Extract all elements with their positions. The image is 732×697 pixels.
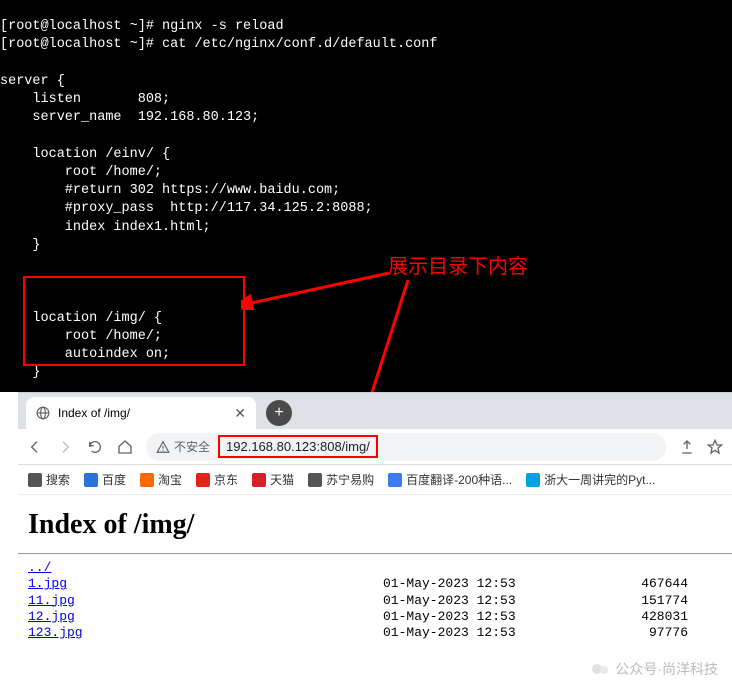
back-button[interactable] <box>26 438 44 456</box>
file-date: 01-May-2023 12:53 <box>383 625 608 641</box>
file-date: 01-May-2023 12:53 <box>383 593 608 609</box>
bookmark-item[interactable]: 百度 <box>84 471 126 488</box>
watermark-text: 公众号·尚洋科技 <box>615 659 718 679</box>
bookmark-item[interactable]: 淘宝 <box>140 471 182 488</box>
annotation-label: 展示目录下内容 <box>388 254 528 281</box>
parent-dir-link[interactable]: ../ <box>28 560 51 575</box>
bookmark-item[interactable]: 京东 <box>196 471 238 488</box>
tab-strip: Index of /img/ ✕ + <box>18 393 732 429</box>
bookmark-item[interactable]: 百度翻译-200种语... <box>388 471 512 488</box>
bookmark-favicon <box>196 473 210 487</box>
bookmark-label: 苏宁易购 <box>326 471 374 488</box>
file-size: 428031 <box>608 609 688 625</box>
list-item: 12.jpg 01-May-2023 12:53428031 <box>28 609 732 625</box>
forward-button[interactable] <box>56 438 74 456</box>
bookmark-label: 百度 <box>102 471 126 488</box>
bookmark-label: 搜索 <box>46 471 70 488</box>
file-date: 01-May-2023 12:53 <box>383 609 608 625</box>
divider <box>18 553 732 554</box>
new-tab-button[interactable]: + <box>266 400 292 426</box>
file-link[interactable]: 123.jpg <box>28 625 83 640</box>
share-button[interactable] <box>678 438 696 456</box>
bookmark-favicon <box>28 473 42 487</box>
file-date: 01-May-2023 12:53 <box>383 576 608 592</box>
browser-toolbar: 不安全 192.168.80.123:808/img/ <box>18 429 732 465</box>
bookmark-item[interactable]: 天猫 <box>252 471 294 488</box>
file-size: 467644 <box>608 576 688 592</box>
bookmark-favicon <box>84 473 98 487</box>
file-link[interactable]: 1.jpg <box>28 576 67 591</box>
file-size: 97776 <box>608 625 688 641</box>
bookmark-favicon <box>308 473 322 487</box>
bookmark-item[interactable]: 搜索 <box>28 471 70 488</box>
terminal-window: [root@localhost ~]# nginx -s reload[root… <box>0 0 732 392</box>
file-link[interactable]: 11.jpg <box>28 593 75 608</box>
bookmark-item[interactable]: 浙大一周讲完的Pyt... <box>526 471 655 488</box>
bookmark-item[interactable]: 苏宁易购 <box>308 471 374 488</box>
globe-icon <box>36 406 50 420</box>
address-bar[interactable]: 不安全 192.168.80.123:808/img/ <box>146 433 666 461</box>
bookmark-star-button[interactable] <box>706 438 724 456</box>
bookmark-favicon <box>252 473 266 487</box>
watermark: 公众号·尚洋科技 <box>591 659 718 679</box>
list-item: 11.jpg 01-May-2023 12:53151774 <box>28 593 732 609</box>
bookmark-favicon <box>388 473 402 487</box>
bookmark-label: 京东 <box>214 471 238 488</box>
tab-title: Index of /img/ <box>58 406 226 420</box>
bookmark-favicon <box>140 473 154 487</box>
insecure-warning: 不安全 <box>156 438 210 455</box>
list-item: 1.jpg 01-May-2023 12:53467644 <box>28 576 732 592</box>
page-heading: Index of /img/ <box>28 509 722 541</box>
file-size: 151774 <box>608 593 688 609</box>
warning-triangle-icon <box>156 440 170 454</box>
bookmarks-bar: 搜索 百度 淘宝 京东 天猫 苏宁易购 百度翻译-200种语... 浙大一周讲完的Pyt... <box>18 465 732 495</box>
directory-listing: ../ 1.jpg01-May-2023 12:5346764411.jpg01… <box>28 560 732 641</box>
browser-window: Index of /img/ ✕ + 不安全 192.168.80.123:80… <box>18 392 732 697</box>
location-img-highlight <box>23 276 245 366</box>
terminal-prompt-line: [root@localhost ~]# cat /etc/nginx/conf.… <box>0 36 732 54</box>
wechat-icon <box>591 663 611 675</box>
url-text: 192.168.80.123:808/img/ <box>218 435 378 458</box>
page-content: Index of /img/ ../ 1.jpg 01-May-2023 12:5… <box>18 495 732 641</box>
bookmark-label: 百度翻译-200种语... <box>406 471 512 488</box>
insecure-label: 不安全 <box>174 438 210 455</box>
bookmark-label: 浙大一周讲完的Pyt... <box>544 471 655 488</box>
tab-close-icon[interactable]: ✕ <box>234 405 246 422</box>
home-button[interactable] <box>116 438 134 456</box>
bookmark-favicon <box>526 473 540 487</box>
reload-button[interactable] <box>86 438 104 456</box>
list-item: 123.jpg 01-May-2023 12:5397776 <box>28 625 732 641</box>
file-link[interactable]: 12.jpg <box>28 609 75 624</box>
bookmark-label: 淘宝 <box>158 471 182 488</box>
terminal-prompt-line: [root@localhost ~]# nginx -s reload <box>0 18 732 36</box>
bookmark-label: 天猫 <box>270 471 294 488</box>
browser-tab[interactable]: Index of /img/ ✕ <box>26 397 256 429</box>
